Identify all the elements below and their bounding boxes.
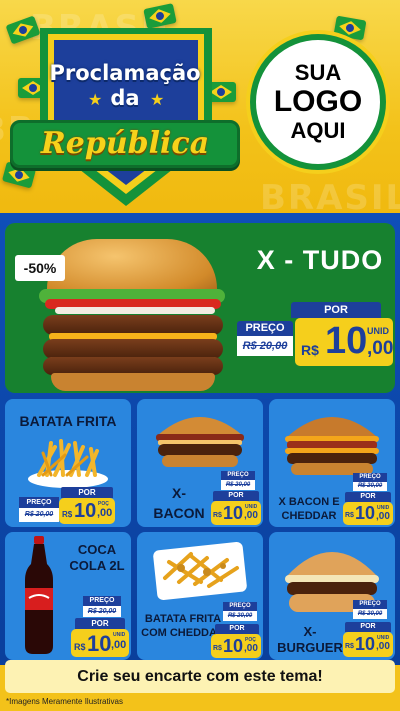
por-label: POR	[345, 622, 391, 632]
price-tag: R$ 10 UNID ,00	[343, 632, 393, 657]
logo-placeholder[interactable]: SUA LOGO AQUI	[250, 34, 386, 170]
product-title: X-BURGUER	[277, 624, 343, 655]
price-tag: R$ 10 UNID ,00	[343, 502, 393, 525]
preco-label: PREÇO	[221, 471, 255, 480]
price-integer: 10	[87, 631, 112, 656]
burger-image	[285, 417, 379, 475]
proclamacao-badge: Proclamação da ★ ★ República	[10, 28, 240, 208]
burger-image	[156, 417, 244, 467]
product-card-batata-frita[interactable]: BATATA FRITA POR PREÇO R$ 20,00 R$ 10 PO…	[5, 399, 131, 527]
price-integer: 10	[223, 636, 244, 656]
currency-symbol: R$	[213, 645, 222, 652]
price-tag: R$ 10 UNID ,00	[295, 318, 393, 366]
price-cents: ,00	[111, 639, 127, 651]
por-label: POR	[215, 624, 259, 634]
currency-symbol: R$	[301, 342, 319, 358]
price-unit: UNID	[113, 632, 126, 638]
price-tag: R$ 10 UNID ,00	[71, 629, 129, 657]
old-price: R$ 20,00	[353, 482, 387, 491]
old-price: R$ 20,00	[83, 606, 121, 617]
menu-panel: -50% X - TUDO POR PREÇO R$ 20,00 R$ 10 U…	[0, 213, 400, 665]
discount-badge: -50%	[15, 255, 65, 281]
price-integer: 10	[223, 503, 244, 523]
price-tag: R$ 10 POÇ ,00	[211, 634, 261, 658]
price-cents: ,00	[376, 641, 390, 652]
product-title: COCA COLA 2L	[69, 542, 125, 573]
currency-symbol: R$	[213, 512, 222, 519]
price-integer: 10	[355, 503, 376, 523]
disclaimer-text: *Imagens Meramente Ilustrativas	[6, 697, 123, 706]
logo-line: LOGO	[273, 85, 363, 118]
badge-ribbon-text: República	[40, 126, 210, 161]
price-tag: R$ 10 POÇ ,00	[59, 498, 115, 524]
price-cents: ,00	[244, 643, 258, 654]
logo-line: SUA	[294, 60, 342, 85]
currency-symbol: R$	[62, 510, 73, 519]
badge-title-line1: Proclamação	[49, 61, 201, 85]
product-card-coca-cola[interactable]: COCA COLA 2L PREÇO R$ 20,00 POR R$ 10 UN…	[5, 532, 131, 660]
currency-symbol: R$	[345, 643, 354, 650]
price-cents: ,00	[376, 511, 390, 522]
soda-bottle-image	[25, 536, 53, 654]
price-cents: ,00	[244, 510, 258, 521]
featured-product-card[interactable]: -50% X - TUDO POR PREÇO R$ 20,00 R$ 10 U…	[5, 223, 395, 393]
product-card-x-burguer[interactable]: X-BURGUER PREÇO R$ 20,00 POR R$ 10 UNID …	[269, 532, 395, 660]
product-card-x-bacon-cheddar[interactable]: X BACON E CHEDDAR PREÇO R$ 20,00 POR R$ …	[269, 399, 395, 527]
por-label: POR	[345, 492, 391, 502]
cheddar-fries-image	[153, 542, 247, 600]
logo-line: AQUI	[290, 118, 346, 143]
price-unit: UNID	[367, 326, 389, 336]
product-title: X BACON E CHEDDAR	[278, 496, 340, 522]
por-label: POR	[291, 302, 381, 318]
product-title: BATATA FRITA	[19, 413, 117, 429]
old-price: R$ 20,00	[221, 480, 255, 490]
old-price: R$ 20,00	[19, 508, 59, 522]
fries-image	[28, 439, 108, 488]
background-word: BRASIL	[260, 178, 400, 215]
product-title: X - TUDO	[256, 245, 384, 275]
price-tag: R$ 10 UNID ,00	[211, 501, 261, 525]
badge-title-line2: da	[110, 86, 140, 110]
product-card-x-bacon[interactable]: X-BACON PREÇO R$ 20,00 POR R$ 10 UNID ,0…	[137, 399, 263, 527]
price-integer: 10	[325, 320, 368, 362]
currency-symbol: R$	[345, 512, 354, 519]
star-icon: ★	[88, 92, 103, 109]
old-price: R$ 20,00	[237, 336, 293, 356]
preco-label: PREÇO	[353, 473, 387, 482]
header-banner: BRASIL BRASIL BRASIL Proclamação da ★ ★ …	[0, 0, 400, 215]
star-icon: ★	[150, 92, 165, 109]
preco-label: PREÇO	[19, 497, 59, 508]
cta-banner[interactable]: Crie seu encarte com este tema!	[5, 660, 395, 693]
por-label: POR	[75, 618, 125, 629]
por-label: POR	[61, 487, 113, 498]
price-integer: 10	[74, 500, 97, 522]
price-cents: ,00	[97, 507, 113, 519]
preco-label: PREÇO	[353, 600, 387, 609]
price-integer: 10	[355, 634, 376, 654]
currency-symbol: R$	[74, 642, 86, 652]
preco-label: PREÇO	[223, 602, 257, 611]
product-card-batata-cheddar[interactable]: BATATA FRITA COM CHEDDAR PREÇO R$ 20,00 …	[137, 532, 263, 660]
por-label: POR	[213, 491, 259, 501]
old-price: R$ 20,00	[353, 609, 387, 619]
old-price: R$ 20,00	[223, 611, 257, 621]
product-title: X-BACON	[153, 485, 205, 521]
price-cents: ,00	[367, 338, 394, 359]
preco-label: PREÇO	[83, 596, 121, 606]
preco-label: PREÇO	[237, 321, 293, 336]
